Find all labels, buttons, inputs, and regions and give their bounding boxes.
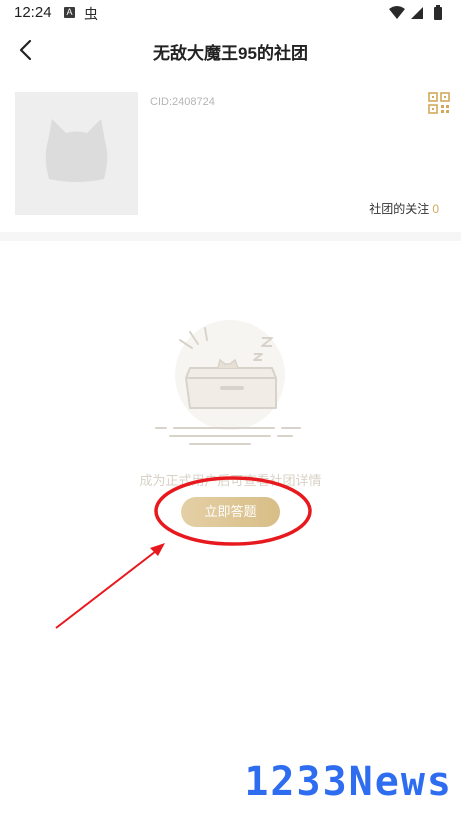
club-cid: CID:2408724: [150, 96, 215, 108]
follow-count: 0: [432, 202, 439, 216]
cat-placeholder-icon: [45, 119, 108, 182]
section-divider: [0, 232, 461, 241]
club-follow-row[interactable]: 社团的关注 0: [369, 200, 439, 217]
battery-icon: [434, 5, 442, 20]
red-arrow-icon: [55, 543, 165, 629]
wifi-icon: [389, 6, 405, 19]
notification-a-icon: A: [64, 7, 75, 18]
club-header: CID:2408724 社团的关注 0: [0, 80, 461, 230]
club-avatar: [15, 92, 138, 215]
notification-bug-icon: 虫: [84, 6, 98, 22]
title-bar: 无敌大魔王95的社团: [0, 26, 461, 72]
signal-icon: [411, 7, 423, 19]
follow-label: 社团的关注: [369, 202, 430, 216]
page-title: 无敌大魔王95的社团: [153, 44, 308, 63]
answer-now-button[interactable]: 立即答题: [181, 497, 280, 527]
qr-code-button[interactable]: [428, 92, 450, 114]
status-icons: [389, 5, 442, 20]
status-time: 12:24: [14, 4, 52, 21]
empty-state-message: 成为正式用户后可查看社团详情: [139, 473, 322, 488]
qr-code-icon: [428, 92, 450, 114]
empty-box-illustration: [155, 320, 301, 445]
watermark-logo: 1233News: [244, 759, 453, 805]
status-bar: 12:24 A 虫: [0, 0, 461, 26]
